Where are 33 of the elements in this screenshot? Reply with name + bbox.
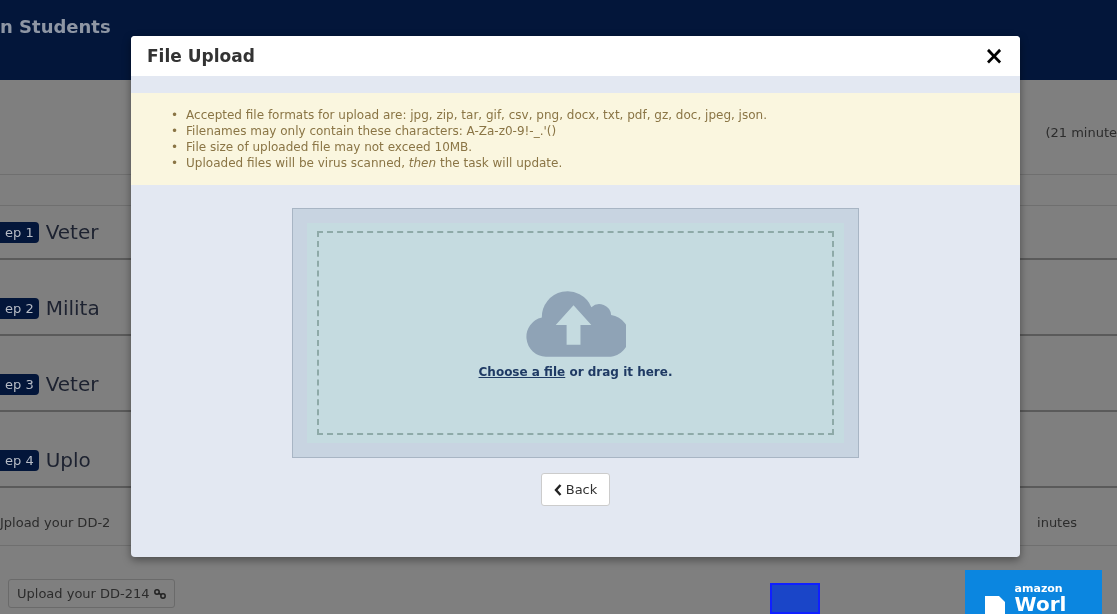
bullet-mark: • <box>171 139 179 155</box>
step-title: Veter <box>45 372 99 396</box>
upload-button[interactable]: Upload your DD-214 <box>8 579 175 608</box>
page-title: n Students <box>0 16 111 37</box>
ad-word: Worl <box>1014 594 1067 614</box>
step-title: Milita <box>45 296 100 320</box>
ad-banner[interactable]: amazon Worl <box>964 570 1102 614</box>
notice-item: File size of uploaded file may not exceed 10MB. <box>186 139 473 155</box>
drop-prompt: Choose a file or drag it here. <box>478 365 673 379</box>
choose-file-link[interactable]: Choose a file <box>478 365 566 379</box>
step-badge: ep 3 <box>0 373 39 395</box>
close-button[interactable]: × <box>983 44 1004 68</box>
time-note: inutes <box>1037 515 1077 530</box>
step-badge: ep 1 <box>0 221 39 243</box>
chevron-left-icon <box>553 483 562 496</box>
step-badge: ep 2 <box>0 297 39 319</box>
bullet-mark: • <box>171 107 179 123</box>
time-note: (21 minute <box>1045 124 1117 140</box>
step-badge: ep 4 <box>0 449 39 471</box>
back-button[interactable]: Back <box>540 473 611 506</box>
notice-item: Filenames may only contain these characters: A-Za-z0-9!-_.'() <box>186 123 557 139</box>
notice-item: Accepted file formats for upload are: jpg, zip, tar, gif, csv, png, docx, txt, pdf, gz, doc, jpeg, json. <box>186 107 767 123</box>
step-title: Uplo <box>45 448 91 472</box>
notice-item: Uploaded files will be virus scanned, then the task will update. <box>186 155 563 171</box>
link-icon <box>153 588 166 599</box>
ad-brand: amazon <box>1014 583 1064 594</box>
upload-instruction: Jpload your DD-2 <box>0 515 111 530</box>
drop-zone[interactable]: Choose a file or drag it here. <box>292 208 859 458</box>
bullet-mark: • <box>171 155 179 171</box>
square-widget <box>769 583 820 614</box>
dialog-title: File Upload <box>147 46 255 66</box>
step-title: Veter <box>45 220 99 244</box>
bullet-mark: • <box>171 123 179 139</box>
